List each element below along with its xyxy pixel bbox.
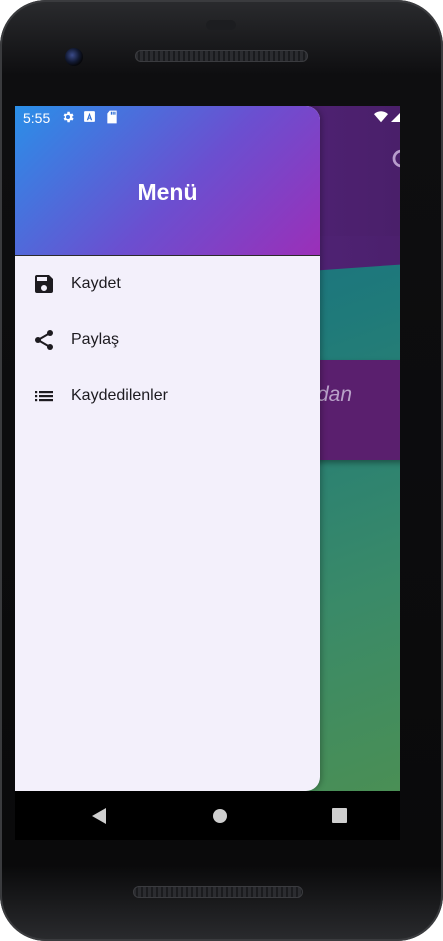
home-icon[interactable]	[212, 808, 228, 824]
text-a-icon	[84, 111, 95, 122]
card-text: dan	[317, 383, 353, 406]
menu-item-kaydet[interactable]: Kaydet	[15, 256, 320, 312]
sd-card-icon	[107, 110, 117, 124]
save-icon	[35, 275, 53, 293]
recents-icon[interactable]	[332, 808, 347, 823]
cell-signal-icon	[391, 113, 400, 122]
device-frame: SI dan Menü Kaydet	[0, 0, 443, 941]
menu-item-label: Paylaş	[71, 331, 120, 348]
menu-item-kaydedilenler[interactable]: Kaydedilenler	[15, 368, 320, 424]
back-icon[interactable]	[91, 807, 107, 825]
search-button[interactable]	[389, 146, 400, 176]
search-icon	[392, 149, 400, 168]
status-bar: 5:55	[15, 106, 400, 130]
menu-item-label: Kaydedilenler	[71, 387, 168, 404]
menu-item-label: Kaydet	[71, 275, 121, 292]
menu-item-paylas[interactable]: Paylaş	[15, 312, 320, 368]
front-camera	[65, 48, 83, 66]
wifi-icon	[374, 111, 388, 123]
system-navigation-bar	[15, 791, 400, 840]
settings-gear-icon	[63, 111, 74, 123]
earpiece-slot	[206, 20, 236, 30]
share-icon	[35, 330, 53, 350]
screen: SI dan Menü Kaydet	[15, 106, 400, 840]
top-speaker-grille	[135, 50, 308, 62]
status-time: 5:55	[23, 110, 51, 126]
drawer-title: Menü	[137, 179, 198, 205]
navigation-drawer: Menü Kaydet Paylaş Kaydedilenler	[15, 106, 320, 791]
bottom-speaker-grille	[133, 886, 303, 898]
list-icon	[35, 391, 53, 402]
